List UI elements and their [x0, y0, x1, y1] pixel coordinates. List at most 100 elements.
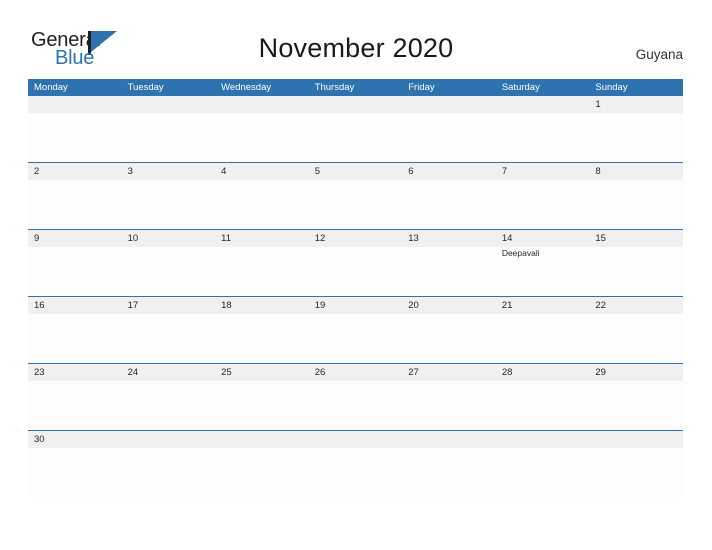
day-number-2[interactable]: 2	[28, 163, 122, 180]
day-number-25[interactable]: 25	[215, 364, 309, 381]
day-number-9[interactable]: 9	[28, 230, 122, 247]
day-cell-empty	[309, 113, 403, 162]
day-number-empty	[402, 431, 496, 448]
weekday-header-row: Monday Tuesday Wednesday Thursday Friday Satu…	[28, 79, 683, 96]
day-cell-20[interactable]	[402, 314, 496, 363]
day-number-29[interactable]: 29	[589, 364, 683, 381]
day-cell-27[interactable]	[402, 381, 496, 430]
week-cell-body	[28, 381, 683, 430]
day-number-10[interactable]: 10	[122, 230, 216, 247]
day-cell-17[interactable]	[122, 314, 216, 363]
weekday-header-tuesday: Tuesday	[127, 82, 164, 93]
day-number-empty	[589, 431, 683, 448]
day-cell-19[interactable]	[309, 314, 403, 363]
day-cell-6[interactable]	[402, 180, 496, 229]
day-cell-empty	[496, 113, 590, 162]
page-header: General Blue November 2020 Guyana	[0, 0, 712, 79]
calendar-week-row: 23 24 25 26 27 28 29	[28, 363, 683, 430]
day-number-18[interactable]: 18	[215, 297, 309, 314]
page-title: November 2020	[258, 33, 454, 63]
calendar-week-row: 30	[28, 430, 683, 497]
day-cell-26[interactable]	[309, 381, 403, 430]
day-cell-28[interactable]	[496, 381, 590, 430]
calendar-week-row: 9 10 11 12 13 14 15 Deepavali	[28, 229, 683, 296]
day-cell-24[interactable]	[122, 381, 216, 430]
day-cell-2[interactable]	[28, 180, 122, 229]
day-number-5[interactable]: 5	[309, 163, 403, 180]
day-number-3[interactable]: 3	[122, 163, 216, 180]
calendar-grid: Monday Tuesday Wednesday Thursday Friday Satu…	[28, 79, 683, 497]
day-number-21[interactable]: 21	[496, 297, 590, 314]
day-number-17[interactable]: 17	[122, 297, 216, 314]
day-cell-empty	[28, 113, 122, 162]
week-date-number-band: 23 24 25 26 27 28 29	[28, 364, 683, 381]
day-number-empty	[28, 96, 122, 113]
weekday-header-wednesday: Wednesday	[221, 82, 272, 93]
day-number-empty	[496, 431, 590, 448]
weekday-header-monday: Monday	[34, 82, 68, 93]
day-number-4[interactable]: 4	[215, 163, 309, 180]
day-number-11[interactable]: 11	[215, 230, 309, 247]
day-number-30[interactable]: 30	[28, 431, 122, 448]
day-cell-3[interactable]	[122, 180, 216, 229]
day-cell-14[interactable]: Deepavali	[496, 247, 590, 296]
day-number-12[interactable]: 12	[309, 230, 403, 247]
day-cell-empty	[309, 448, 403, 497]
day-number-1[interactable]: 1	[589, 96, 683, 113]
day-number-19[interactable]: 19	[309, 297, 403, 314]
day-cell-11[interactable]	[215, 247, 309, 296]
day-cell-23[interactable]	[28, 381, 122, 430]
day-cell-10[interactable]	[122, 247, 216, 296]
day-cell-7[interactable]	[496, 180, 590, 229]
day-number-22[interactable]: 22	[589, 297, 683, 314]
day-cell-empty	[215, 448, 309, 497]
day-number-6[interactable]: 6	[402, 163, 496, 180]
day-number-14[interactable]: 14	[496, 230, 590, 247]
day-cell-16[interactable]	[28, 314, 122, 363]
week-date-number-band: 1	[28, 96, 683, 113]
day-cell-9[interactable]	[28, 247, 122, 296]
day-cell-25[interactable]	[215, 381, 309, 430]
calendar-week-row: 1	[28, 96, 683, 162]
day-cell-empty	[402, 448, 496, 497]
weekday-header-saturday: Saturday	[501, 82, 540, 93]
day-number-16[interactable]: 16	[28, 297, 122, 314]
day-cell-empty	[215, 113, 309, 162]
day-number-13[interactable]: 13	[402, 230, 496, 247]
day-number-8[interactable]: 8	[589, 163, 683, 180]
country-label: Guyana	[635, 47, 683, 62]
week-date-number-band: 30	[28, 431, 683, 448]
day-cell-21[interactable]	[496, 314, 590, 363]
week-date-number-band: 16 17 18 19 20 21 22	[28, 297, 683, 314]
day-number-15[interactable]: 15	[589, 230, 683, 247]
day-cell-22[interactable]	[589, 314, 683, 363]
day-number-28[interactable]: 28	[496, 364, 590, 381]
day-cell-5[interactable]	[309, 180, 403, 229]
day-number-24[interactable]: 24	[122, 364, 216, 381]
day-cell-4[interactable]	[215, 180, 309, 229]
week-cell-body	[28, 448, 683, 497]
weekday-header-sunday: Sunday	[595, 82, 628, 93]
day-number-26[interactable]: 26	[309, 364, 403, 381]
day-number-23[interactable]: 23	[28, 364, 122, 381]
day-cell-18[interactable]	[215, 314, 309, 363]
day-number-20[interactable]: 20	[402, 297, 496, 314]
weekday-header-thursday: Thursday	[314, 82, 355, 93]
day-cell-empty	[122, 113, 216, 162]
holiday-event-label: Deepavali	[501, 248, 540, 258]
day-cell-30[interactable]	[28, 448, 122, 497]
day-cell-13[interactable]	[402, 247, 496, 296]
day-cell-8[interactable]	[589, 180, 683, 229]
day-cell-1[interactable]	[589, 113, 683, 162]
week-cell-body	[28, 180, 683, 229]
day-cell-15[interactable]	[589, 247, 683, 296]
day-cell-12[interactable]	[309, 247, 403, 296]
calendar-week-row: 16 17 18 19 20 21 22	[28, 296, 683, 363]
day-cell-29[interactable]	[589, 381, 683, 430]
day-cell-empty	[122, 448, 216, 497]
day-number-7[interactable]: 7	[496, 163, 590, 180]
day-number-empty	[402, 96, 496, 113]
day-number-27[interactable]: 27	[402, 364, 496, 381]
day-number-empty	[496, 96, 590, 113]
calendar-week-row: 2345678	[28, 162, 683, 229]
